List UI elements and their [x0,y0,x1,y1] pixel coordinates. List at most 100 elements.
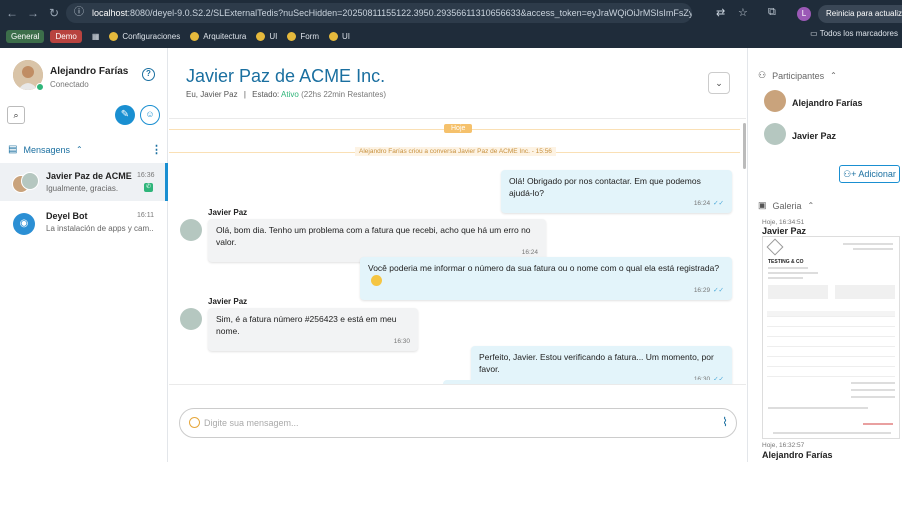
bot-button[interactable]: ☺ [140,105,160,125]
scrollbar[interactable] [743,123,746,169]
back-icon[interactable]: ← [3,6,21,20]
url-path: :8080/deyel-9.0.S2.2/SLExternalTedis?nuS… [127,8,692,18]
add-participant-button[interactable]: ⚇+ Adicionar [839,165,900,183]
folder-icon: ▭ [810,29,820,38]
reload-icon[interactable]: ↻ [45,6,63,20]
conversation-time: 16:36 [137,172,155,179]
participants-section-toggle[interactable]: ⚇ Participantes ⌃ [758,70,837,81]
bookmark-icon [256,31,266,41]
message-time: 16:24 ✓✓ [693,200,724,207]
new-conversation-button[interactable]: ✎ [115,105,135,125]
chevron-up-icon: ⌃ [807,201,815,210]
message-time: 16:30 [393,338,410,345]
browser-chrome: ← → ↻ ⓘ localhost:8080/deyel-9.0.S2.2/SL… [0,0,902,48]
gallery-item-time: Hoje, 16:32:57 [762,442,805,449]
read-checkmark-icon: ✓✓ [713,200,724,207]
conversation-preview: Igualmente, gracias. [46,184,119,193]
gallery-section-toggle[interactable]: ▣ Galeria ⌃ [758,200,814,211]
bookmark-arquitectura[interactable]: Arquitectura [190,31,246,41]
add-user-icon: ⚇+ [843,169,859,179]
search-button[interactable]: ⌕ [7,106,25,124]
chat-panel: Javier Paz de ACME Inc. Eu, Javier Paz |… [169,48,746,462]
address-bar[interactable]: ⓘ localhost:8080/deyel-9.0.S2.2/SLExtern… [66,3,692,23]
chat-options-button[interactable]: ⌄ [708,72,730,94]
url-host: localhost [92,8,128,18]
translate-icon[interactable]: ⇄ [716,6,725,19]
all-bookmarks[interactable]: ▭ Todos los marcadores [810,29,898,38]
messages-section-toggle[interactable]: ▤ Mensagens ⌃ [8,144,83,155]
day-label: Hoje [444,124,473,133]
gallery-item-sender: Javier Paz [762,226,807,236]
bookmark-configuraciones[interactable]: Configuraciones [109,31,180,41]
help-icon[interactable]: ? [142,68,155,81]
chat-subtitle: Eu, Javier Paz | Estado: Ativo (22hs 22m… [186,90,387,99]
details-panel: ⚇ Participantes ⌃ Alejandro Farías Javie… [747,48,902,462]
message-text: Olá, bom dia. Tenho um problema com a fa… [216,225,531,247]
message-bubble[interactable]: Olá, bom dia. Tenho um problema com a fa… [208,219,546,262]
bookmark-icon [287,31,297,41]
message-time: 16:29 ✓✓ [693,287,724,295]
avatar [21,172,39,190]
message-text: Você poderia me informar o número da sua… [368,263,720,273]
participants-icon: ⚇ [758,70,767,80]
site-info-icon[interactable]: ⓘ [74,3,84,23]
read-checkmark-icon: ✓✓ [713,287,724,295]
conversation-time: 16:11 [137,212,154,219]
profile-avatar[interactable]: L [797,7,811,21]
chevron-up-icon: ⌃ [830,71,837,80]
bookmark-ui[interactable]: UI [256,31,277,41]
gallery-item-sender: Alejandro Farías [762,450,833,460]
extensions-icon[interactable]: ⧉ [768,6,776,19]
compose-icon: ✎ [120,109,130,120]
apps-grid-icon[interactable]: ▦ [92,32,100,41]
user-status: Conectado [50,80,89,89]
emoji-picker-icon[interactable] [189,417,200,428]
status-badge: Ativo [281,90,299,99]
bookmark-star-icon[interactable]: ☆ [738,6,748,19]
message-composer[interactable]: Digite sua mensagem... ⌇ [179,408,737,438]
invoice-thumbnail[interactable]: TESTING & CO [762,236,900,439]
more-options-icon[interactable]: ⋮ [151,143,162,156]
sidebar: Alejandro Farías Conectado ? ⌕ ✎ ☺ ▤ Men… [0,48,168,462]
bookmark-ui-2[interactable]: UI [329,31,350,41]
tab-group-general[interactable]: General [6,29,45,43]
participant-name: Javier Paz [792,131,837,141]
conversation-item-deyel-bot[interactable]: ◉ Deyel Bot 16:11 La instalación de apps… [0,203,168,241]
user-name: Alejandro Farías [50,66,129,77]
message-text: Olá! Obrigado por nos contactar. Em que … [509,176,701,198]
invoice-company: TESTING & CO [768,259,804,265]
bookmark-icon [109,31,119,41]
chevron-up-icon: ⌃ [75,145,83,154]
message-list[interactable]: Hoje Alejandro Farías criou a conversa J… [169,118,746,385]
whatsapp-icon: ✆ [144,183,153,192]
composer-placeholder: Digite sua mensagem... [204,418,299,428]
sender-avatar [180,219,202,241]
messages-section-label: Mensagens [23,144,70,155]
conversation-item-javier[interactable]: Javier Paz de ACME Inc. 16:36 Igualmente… [0,163,168,201]
gallery-icon: ▣ [758,200,767,210]
chat-list-icon: ▤ [8,144,18,155]
message-bubble[interactable]: Sim, é a fatura número #256423 e está em… [208,308,418,351]
bookmark-form[interactable]: Form [287,31,319,41]
search-icon: ⌕ [13,110,19,120]
messaging-app: Alejandro Farías Conectado ? ⌕ ✎ ☺ ▤ Men… [0,48,902,462]
sender-avatar [180,308,202,330]
restart-button[interactable]: Reinicia para actualizar [818,5,902,23]
attach-icon[interactable]: ⌇ [722,415,728,429]
tab-group-demo[interactable]: Demo [50,29,82,43]
conversation-preview: La instalación de apps y cam... [46,224,154,233]
participant-avatar [764,90,786,112]
bookmark-icon [190,31,200,41]
bookmarks-bar: General Demo ▦ Configuraciones Arquitect… [0,27,902,45]
message-bubble[interactable]: Você poderia me informar o número da sua… [360,257,732,301]
chat-title: Javier Paz de ACME Inc. [186,66,386,86]
participant-avatar [764,123,786,145]
bot-icon: ☺ [145,109,155,119]
conversation-name: Javier Paz de ACME Inc. [46,171,134,181]
message-bubble-partial [443,380,732,384]
system-message: Alejandro Farías criou a conversa Javier… [355,147,556,156]
gallery-item-time: Hoje, 16:34:51 [762,219,805,226]
message-bubble[interactable]: Olá! Obrigado por nos contactar. Em que … [501,170,732,213]
forward-icon[interactable]: → [24,6,42,20]
smile-emoji-icon [371,275,382,287]
